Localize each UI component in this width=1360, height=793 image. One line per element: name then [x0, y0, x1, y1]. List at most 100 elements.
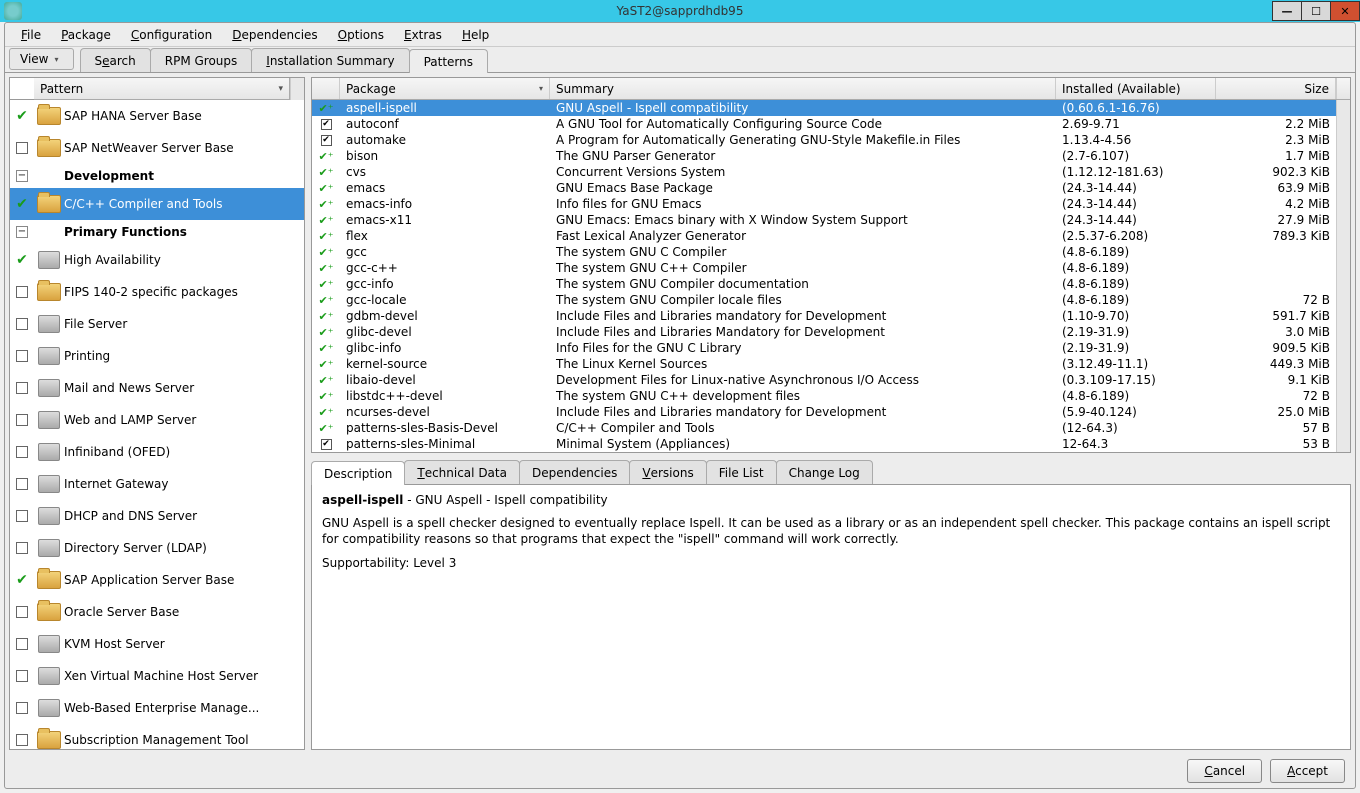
pattern-item[interactable]: Internet Gateway [10, 468, 304, 500]
checkbox-icon[interactable] [16, 670, 28, 682]
checkbox-checked-icon[interactable]: ✔ [321, 135, 332, 146]
package-row[interactable]: ✔⁺gccThe system GNU C Compiler(4.8-6.189… [312, 244, 1336, 260]
menu-extras[interactable]: Extras [394, 26, 452, 44]
auto-install-icon[interactable]: ✔⁺ [318, 278, 333, 291]
pattern-heading[interactable]: −Development [10, 164, 304, 188]
package-rows[interactable]: ✔⁺aspell-ispellGNU Aspell - Ispell compa… [312, 100, 1336, 452]
accept-button[interactable]: Accept [1270, 759, 1345, 783]
pattern-item[interactable]: DHCP and DNS Server [10, 500, 304, 532]
auto-install-icon[interactable]: ✔⁺ [318, 342, 333, 355]
pattern-item[interactable]: Web and LAMP Server [10, 404, 304, 436]
tab-rpm-groups[interactable]: RPM Groups [150, 48, 253, 72]
detail-tab-change-log[interactable]: Change Log [776, 460, 873, 484]
auto-install-icon[interactable]: ✔⁺ [318, 390, 333, 403]
auto-install-icon[interactable]: ✔⁺ [318, 230, 333, 243]
package-row[interactable]: ✔⁺ncurses-develInclude Files and Librari… [312, 404, 1336, 420]
checkbox-icon[interactable] [16, 414, 28, 426]
pattern-scrollbar[interactable] [290, 78, 304, 100]
checkbox-icon[interactable] [16, 318, 28, 330]
pattern-item[interactable]: ✔High Availability [10, 244, 304, 276]
detail-tab-technical-data[interactable]: Technical Data [404, 460, 520, 484]
package-row[interactable]: ✔⁺bisonThe GNU Parser Generator(2.7-6.10… [312, 148, 1336, 164]
package-row[interactable]: ✔⁺emacs-x11GNU Emacs: Emacs binary with … [312, 212, 1336, 228]
package-row[interactable]: ✔⁺flexFast Lexical Analyzer Generator(2.… [312, 228, 1336, 244]
package-row[interactable]: ✔⁺gcc-infoThe system GNU Compiler docume… [312, 276, 1336, 292]
detail-tab-file-list[interactable]: File List [706, 460, 777, 484]
package-row[interactable]: ✔⁺glibc-develInclude Files and Libraries… [312, 324, 1336, 340]
col-size[interactable]: Size [1216, 78, 1336, 99]
menu-configuration[interactable]: Configuration [121, 26, 222, 44]
pattern-item[interactable]: Web-Based Enterprise Manage... [10, 692, 304, 724]
menu-file[interactable]: File [11, 26, 51, 44]
auto-install-icon[interactable]: ✔⁺ [318, 246, 333, 259]
checkbox-icon[interactable] [16, 478, 28, 490]
pattern-item[interactable]: Printing [10, 340, 304, 372]
auto-install-icon[interactable]: ✔⁺ [318, 294, 333, 307]
pattern-item[interactable]: KVM Host Server [10, 628, 304, 660]
pattern-item[interactable]: File Server [10, 308, 304, 340]
auto-install-icon[interactable]: ✔⁺ [318, 214, 333, 227]
auto-install-icon[interactable]: ✔⁺ [318, 422, 333, 435]
package-row[interactable]: ✔⁺kernel-sourceThe Linux Kernel Sources(… [312, 356, 1336, 372]
tab-search[interactable]: Search [80, 48, 151, 72]
tree-collapse-icon[interactable]: − [16, 170, 28, 182]
col-package[interactable]: Package▾ [340, 78, 550, 99]
pattern-item[interactable]: Directory Server (LDAP) [10, 532, 304, 564]
auto-install-icon[interactable]: ✔⁺ [318, 198, 333, 211]
auto-install-icon[interactable]: ✔⁺ [318, 326, 333, 339]
checkbox-icon[interactable] [16, 542, 28, 554]
checkbox-icon[interactable] [16, 702, 28, 714]
detail-tab-versions[interactable]: Versions [629, 460, 706, 484]
col-summary[interactable]: Summary [550, 78, 1056, 99]
auto-install-icon[interactable]: ✔⁺ [318, 358, 333, 371]
pattern-item[interactable]: Xen Virtual Machine Host Server [10, 660, 304, 692]
auto-install-icon[interactable]: ✔⁺ [318, 102, 333, 115]
menu-help[interactable]: Help [452, 26, 499, 44]
checkbox-icon[interactable] [16, 286, 28, 298]
view-button[interactable]: View [9, 48, 74, 70]
package-scrollbar[interactable] [1336, 100, 1350, 452]
checkbox-icon[interactable] [16, 606, 28, 618]
pattern-item[interactable]: Subscription Management Tool [10, 724, 304, 749]
pattern-item[interactable]: ✔SAP Application Server Base [10, 564, 304, 596]
checkbox-checked-icon[interactable]: ✔ [321, 119, 332, 130]
minimize-button[interactable]: — [1272, 1, 1302, 21]
auto-install-icon[interactable]: ✔⁺ [318, 150, 333, 163]
menu-dependencies[interactable]: Dependencies [222, 26, 327, 44]
package-row[interactable]: ✔⁺gdbm-develInclude Files and Libraries … [312, 308, 1336, 324]
package-row[interactable]: ✔⁺glibc-infoInfo Files for the GNU C Lib… [312, 340, 1336, 356]
package-row[interactable]: ✔automakeA Program for Automatically Gen… [312, 132, 1336, 148]
auto-install-icon[interactable]: ✔⁺ [318, 374, 333, 387]
checkbox-icon[interactable] [16, 510, 28, 522]
checkbox-icon[interactable] [16, 382, 28, 394]
detail-tab-description[interactable]: Description [311, 461, 405, 485]
package-row[interactable]: ✔⁺patterns-sles-Basis-DevelC/C++ Compile… [312, 420, 1336, 436]
tab-patterns[interactable]: Patterns [409, 49, 488, 73]
checkbox-icon[interactable] [16, 734, 28, 746]
checkbox-checked-icon[interactable]: ✔ [321, 439, 332, 450]
package-row[interactable]: ✔⁺gcc-c++The system GNU C++ Compiler(4.8… [312, 260, 1336, 276]
menu-options[interactable]: Options [328, 26, 394, 44]
package-row[interactable]: ✔⁺emacs-infoInfo files for GNU Emacs(24.… [312, 196, 1336, 212]
checkbox-icon[interactable] [16, 446, 28, 458]
pattern-column-header[interactable]: Pattern ▾ [34, 78, 290, 100]
package-row[interactable]: ✔⁺libstdc++-develThe system GNU C++ deve… [312, 388, 1336, 404]
pattern-item[interactable]: FIPS 140-2 specific packages [10, 276, 304, 308]
close-button[interactable]: ✕ [1330, 1, 1360, 21]
auto-install-icon[interactable]: ✔⁺ [318, 310, 333, 323]
pattern-item[interactable]: Mail and News Server [10, 372, 304, 404]
package-row[interactable]: ✔autoconfA GNU Tool for Automatically Co… [312, 116, 1336, 132]
tree-collapse-icon[interactable]: − [16, 226, 28, 238]
package-row[interactable]: ✔⁺gcc-localeThe system GNU Compiler loca… [312, 292, 1336, 308]
checkbox-icon[interactable] [16, 638, 28, 650]
cancel-button[interactable]: Cancel [1187, 759, 1262, 783]
package-row[interactable]: ✔⁺aspell-ispellGNU Aspell - Ispell compa… [312, 100, 1336, 116]
pattern-item[interactable]: Oracle Server Base [10, 596, 304, 628]
checkbox-icon[interactable] [16, 350, 28, 362]
package-row[interactable]: ✔⁺libaio-develDevelopment Files for Linu… [312, 372, 1336, 388]
pattern-heading[interactable]: −Primary Functions [10, 220, 304, 244]
package-row[interactable]: ✔patterns-sles-MinimalMinimal System (Ap… [312, 436, 1336, 452]
pattern-item[interactable]: Infiniband (OFED) [10, 436, 304, 468]
pattern-item[interactable]: ✔SAP HANA Server Base [10, 100, 304, 132]
pattern-item[interactable]: ✔C/C++ Compiler and Tools [10, 188, 304, 220]
